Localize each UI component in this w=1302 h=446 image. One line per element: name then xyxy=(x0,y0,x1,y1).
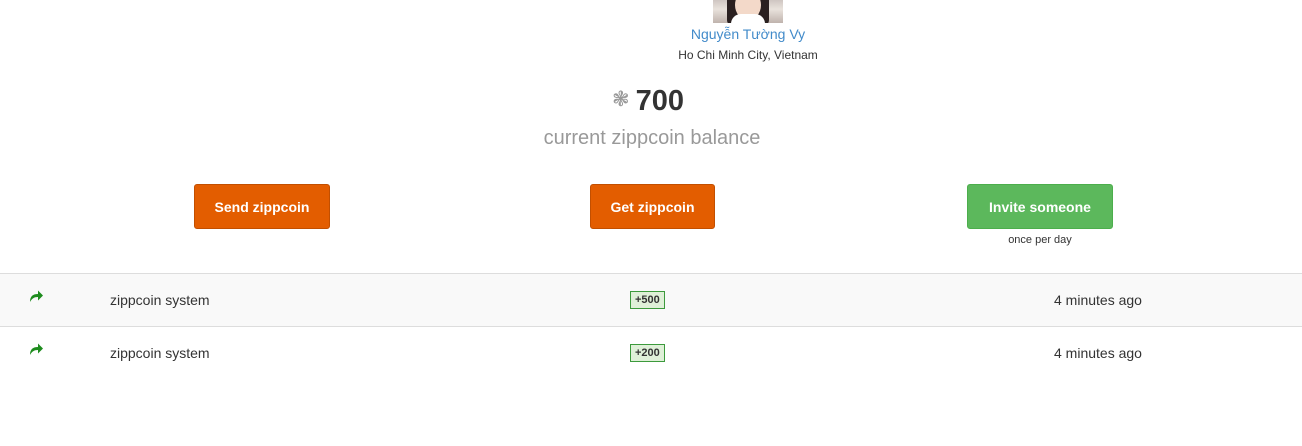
transaction-amount-badge: +200 xyxy=(630,344,665,362)
transaction-time: 4 minutes ago xyxy=(1054,292,1142,308)
send-zippcoin-button[interactable]: Send zippcoin xyxy=(194,184,330,229)
zippcoin-icon: ❃ xyxy=(612,88,630,111)
profile-location: Ho Chi Minh City, Vietnam xyxy=(678,48,818,62)
avatar-shirt xyxy=(731,14,765,23)
transaction-source: zippcoin system xyxy=(110,292,210,308)
invite-someone-button[interactable]: Invite someone xyxy=(967,184,1113,229)
transaction-list: zippcoin system +500 4 minutes ago zippc… xyxy=(0,273,1302,379)
transaction-amount-badge: +500 xyxy=(630,291,665,309)
profile-name-link[interactable]: Nguyễn Tường Vy xyxy=(648,25,848,43)
transaction-time: 4 minutes ago xyxy=(1054,345,1142,361)
share-arrow-icon xyxy=(30,290,43,302)
transaction-row: zippcoin system +500 4 minutes ago xyxy=(0,273,1302,326)
transaction-source: zippcoin system xyxy=(110,345,210,361)
balance-amount: 700 xyxy=(635,85,684,117)
transaction-row: zippcoin system +200 4 minutes ago xyxy=(0,326,1302,379)
balance-row: ❃ 700 xyxy=(548,84,748,118)
zippcoin-wallet-page: Nguyễn Tường Vy Ho Chi Minh City, Vietna… xyxy=(0,0,1302,446)
avatar[interactable] xyxy=(713,0,783,23)
get-zippcoin-button[interactable]: Get zippcoin xyxy=(590,184,715,229)
invite-frequency-note: once per day xyxy=(1008,234,1072,246)
share-arrow-icon xyxy=(30,343,43,355)
balance-caption: current zippcoin balance xyxy=(543,127,761,149)
